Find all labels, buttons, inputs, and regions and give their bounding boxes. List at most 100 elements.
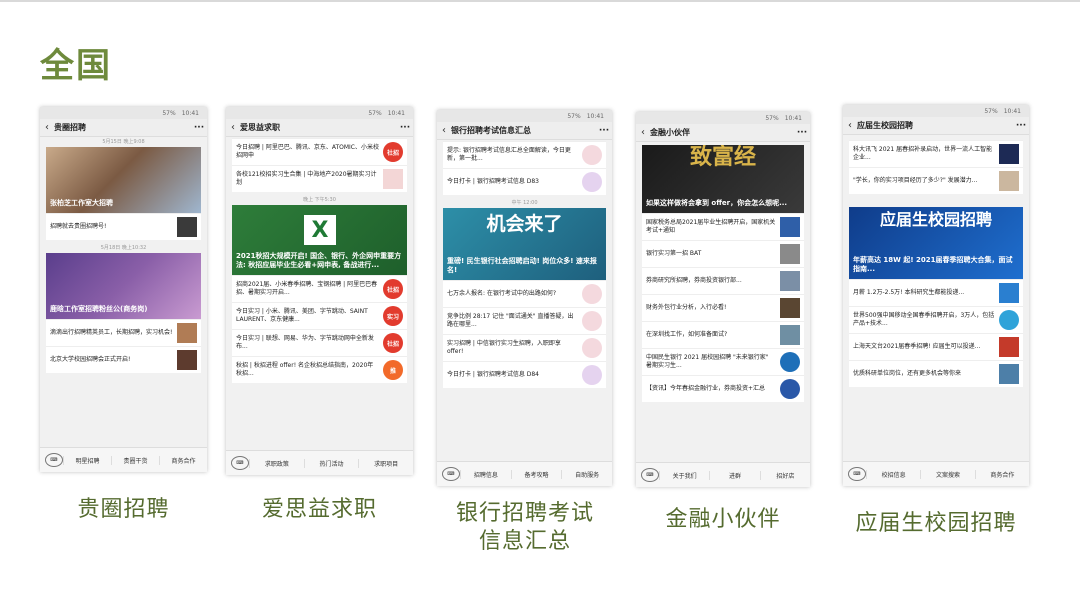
article-card[interactable]: 科大讯飞 2021 届春招补录启动，世界一流人工智能企业... "学长，你的实习…	[849, 140, 1023, 194]
list-item[interactable]: 在深圳找工作，如何准备面试?	[642, 321, 804, 348]
cover-headline: 机会来了	[486, 213, 563, 235]
article-card[interactable]: 张柏芝工作室大招聘 招聘就去贵圈招聘号!	[46, 147, 201, 240]
menu-item[interactable]: 招好店	[759, 470, 810, 480]
timestamp	[849, 198, 1023, 207]
article-card[interactable]: 致富经 如果这样做将会拿到 offer，你会怎么想呢... 国家税务总局2021…	[642, 145, 804, 402]
menu-item[interactable]: 进群	[709, 470, 759, 480]
status-bar: 57% 10:41	[226, 107, 413, 119]
slide-title: 全国	[40, 46, 112, 86]
list-item[interactable]: 今日招聘 | 阿里巴巴、腾讯、京东、ATOMIC、小米校招网申 社招	[232, 138, 407, 165]
more-icon[interactable]: ···	[397, 123, 413, 133]
list-item[interactable]: 国家税务总局2021届毕业生招聘开启，国家机关考试+通知	[642, 213, 804, 240]
thumbnail	[383, 169, 403, 189]
status-bar: 57% 10:41	[636, 112, 810, 124]
menu-item[interactable]: 备考攻略	[510, 469, 562, 479]
list-item[interactable]: 今日打卡 | 银行招聘考试信息 D83	[443, 168, 606, 195]
back-icon[interactable]: ‹	[636, 127, 650, 138]
keyboard-icon[interactable]: ⌨	[848, 467, 866, 481]
list-item[interactable]: 竞争比例 28:17 记住 "面试通关" 直播答疑，出路在哪里...	[443, 307, 606, 334]
cover-image[interactable]: 鹿晗工作室招聘粉丝公(商务岗)	[46, 253, 201, 319]
list-item[interactable]: 实习招聘 | 中信银行实习生招聘，入职即享 offer!	[443, 334, 606, 361]
account-title: 应届生校园招聘	[857, 121, 913, 130]
article-card[interactable]: 今日招聘 | 阿里巴巴、腾讯、京东、ATOMIC、小米校招网申 社招 各校121校…	[232, 138, 407, 192]
thumbnail	[999, 171, 1019, 191]
list-item[interactable]: 滴滴出行招聘精英员工，长期招聘，实习机会!	[46, 319, 201, 346]
bottom-menu: ⌨ 关于我们 进群 招好店	[636, 462, 810, 487]
logo-icon: 社招	[383, 142, 403, 162]
back-icon[interactable]: ‹	[437, 125, 451, 136]
menu-item[interactable]: 商务合作	[974, 469, 1029, 479]
menu-item[interactable]: 明星招聘	[63, 455, 111, 465]
list-item[interactable]: 今日实习 | 联想、网易、华为、字节跳动网申全新发布... 社招	[232, 329, 407, 356]
list-item[interactable]: 北京大学校园招聘会正式开启!	[46, 346, 201, 373]
message-feed: 今日招聘 | 阿里巴巴、腾讯、京东、ATOMIC、小米校招网申 社招 各校121校…	[232, 138, 407, 443]
keyboard-icon[interactable]: ⌨	[442, 467, 460, 481]
menu-item[interactable]: 求职政策	[249, 458, 304, 468]
list-item[interactable]: 各校121校招实习生合集 | 中海地产2020暑期实习计划	[232, 165, 407, 192]
list-item[interactable]: 今日实习 | 小米、腾讯、美团、字节跳动、SAINT LAURENT、京东健康.…	[232, 302, 407, 329]
article-card[interactable]: 机会来了 重磅! 民生银行社会招聘启动! 岗位众多! 速来报名! 七万余人报名:…	[443, 208, 606, 388]
article-card[interactable]: 应届生校园招聘 年薪高达 18W 起! 2021届春季招聘大合集，面试指南...…	[849, 207, 1023, 387]
account-title: 爱思益求职	[240, 123, 280, 132]
more-icon[interactable]: ···	[596, 126, 612, 136]
article-card[interactable]: 提示: 银行招聘考试信息汇总全面解读，今日更新，第一批... 今日打卡 | 银行…	[443, 141, 606, 195]
cover-image[interactable]: 应届生校园招聘 年薪高达 18W 起! 2021届春季招聘大合集，面试指南...	[849, 207, 1023, 279]
back-icon[interactable]: ‹	[843, 120, 857, 131]
menu-item[interactable]: 自助服务	[561, 469, 612, 479]
caption-bank: 银行招聘考试 信息汇总	[455, 501, 594, 554]
more-icon[interactable]: ···	[191, 123, 207, 133]
list-item[interactable]: 财务外包行业分析，入行必看!	[642, 294, 804, 321]
article-card[interactable]: 鹿晗工作室招聘粉丝公(商务岗) 滴滴出行招聘精英员工，长期招聘，实习机会! 北京…	[46, 253, 201, 373]
title-bar: ‹ 爱思益求职 ···	[226, 119, 413, 137]
thumbnail	[780, 217, 800, 237]
list-item[interactable]: "学长，你的实习项目经历了多少?" 发展潜力...	[849, 167, 1023, 194]
cover-image[interactable]: X 2021秋招大规模开启! 国企、银行、外企网申重要方法: 秋招应届毕业生必看…	[232, 205, 407, 275]
top-divider	[0, 0, 1080, 2]
more-icon[interactable]: ···	[1013, 121, 1029, 131]
menu-item[interactable]: 关于我们	[659, 470, 709, 480]
article-card[interactable]: X 2021秋招大规模开启! 国企、银行、外企网申重要方法: 秋招应届毕业生必看…	[232, 205, 407, 383]
logo-icon: 推	[383, 360, 403, 380]
phone-screenshot-bank: 57% 10:41 ‹ 银行招聘考试信息汇总 ··· 提示: 银行招聘考试信息汇总…	[437, 110, 612, 486]
list-item[interactable]: 月薪 1.2万-2.5万! 本科研究生都能投递...	[849, 279, 1023, 306]
back-icon[interactable]: ‹	[40, 122, 54, 133]
thumbnail	[780, 379, 800, 399]
list-item[interactable]: 上海天文台2021届春季招聘! 应届生可以投递...	[849, 333, 1023, 360]
more-icon[interactable]: ···	[794, 128, 810, 138]
list-item[interactable]: 中国民生银行 2021 届校园招聘 "未来银行家" 暑期实习生...	[642, 348, 804, 375]
menu-item[interactable]: 商务合作	[159, 455, 207, 465]
list-item[interactable]: 七万余人报名: 在银行考试中的出路如何?	[443, 280, 606, 307]
list-item[interactable]: 招商2021届、小米春季招聘、宝钢招聘 | 阿里巴巴春招、暑期实习开启... 社招	[232, 275, 407, 302]
thumbnail	[780, 298, 800, 318]
list-item[interactable]: 【资讯】今年春招金融行业，券商投资+汇总	[642, 375, 804, 402]
list-item[interactable]: 科大讯飞 2021 届春招补录启动，世界一流人工智能企业...	[849, 140, 1023, 167]
list-item[interactable]: 银行实习第一招 BAT	[642, 240, 804, 267]
list-item[interactable]: 券商研究所招聘，券商投资银行部...	[642, 267, 804, 294]
menu-item[interactable]: 热门活动	[303, 458, 359, 468]
keyboard-icon[interactable]: ⌨	[231, 456, 249, 470]
list-item[interactable]: 招聘就去贵圈招聘号!	[46, 213, 201, 240]
menu-item[interactable]: 贵圈干货	[111, 455, 159, 465]
cover-headline: 应届生校园招聘	[879, 210, 992, 229]
cover-image[interactable]: 张柏芝工作室大招聘	[46, 147, 201, 213]
list-item[interactable]: 提示: 银行招聘考试信息汇总全面解读，今日更新，第一批...	[443, 141, 606, 168]
keyboard-icon[interactable]: ⌨	[45, 453, 63, 467]
menu-item[interactable]: 求职项目	[358, 458, 413, 468]
phone-screenshot-finance: 57% 10:41 ‹ 金融小伙伴 ··· 致富经 如果这样做将会拿到 offer…	[636, 112, 810, 487]
back-icon[interactable]: ‹	[226, 122, 240, 133]
menu-item[interactable]: 文案搜索	[920, 469, 974, 479]
message-feed: 科大讯飞 2021 届春招补录启动，世界一流人工智能企业... "学长，你的实习…	[849, 140, 1023, 454]
list-item[interactable]: 世界500强中国移动全国春季招聘开启，3万人，包括产品+技术...	[849, 306, 1023, 333]
thumbnail	[582, 145, 602, 165]
account-title: 金融小伙伴	[650, 128, 690, 137]
cover-image[interactable]: 机会来了 重磅! 民生银行社会招聘启动! 岗位众多! 速来报名!	[443, 208, 606, 280]
thumbnail	[999, 310, 1019, 330]
list-item[interactable]: 秋招 | 秋招进程 offer! 名企秋招总结指南，2020年秋招... 推	[232, 356, 407, 383]
keyboard-icon[interactable]: ⌨	[641, 468, 659, 482]
list-item[interactable]: 今日打卡 | 银行招聘考试信息 D84	[443, 361, 606, 388]
menu-item[interactable]: 招聘信息	[460, 469, 511, 479]
caption-aisiyi: 爱思益求职	[261, 497, 377, 522]
menu-item[interactable]: 校招信息	[866, 469, 920, 479]
list-item[interactable]: 优质科研单位岗位，还有更多机会等你来	[849, 360, 1023, 387]
cover-image[interactable]: 致富经 如果这样做将会拿到 offer，你会怎么想呢...	[642, 145, 804, 213]
